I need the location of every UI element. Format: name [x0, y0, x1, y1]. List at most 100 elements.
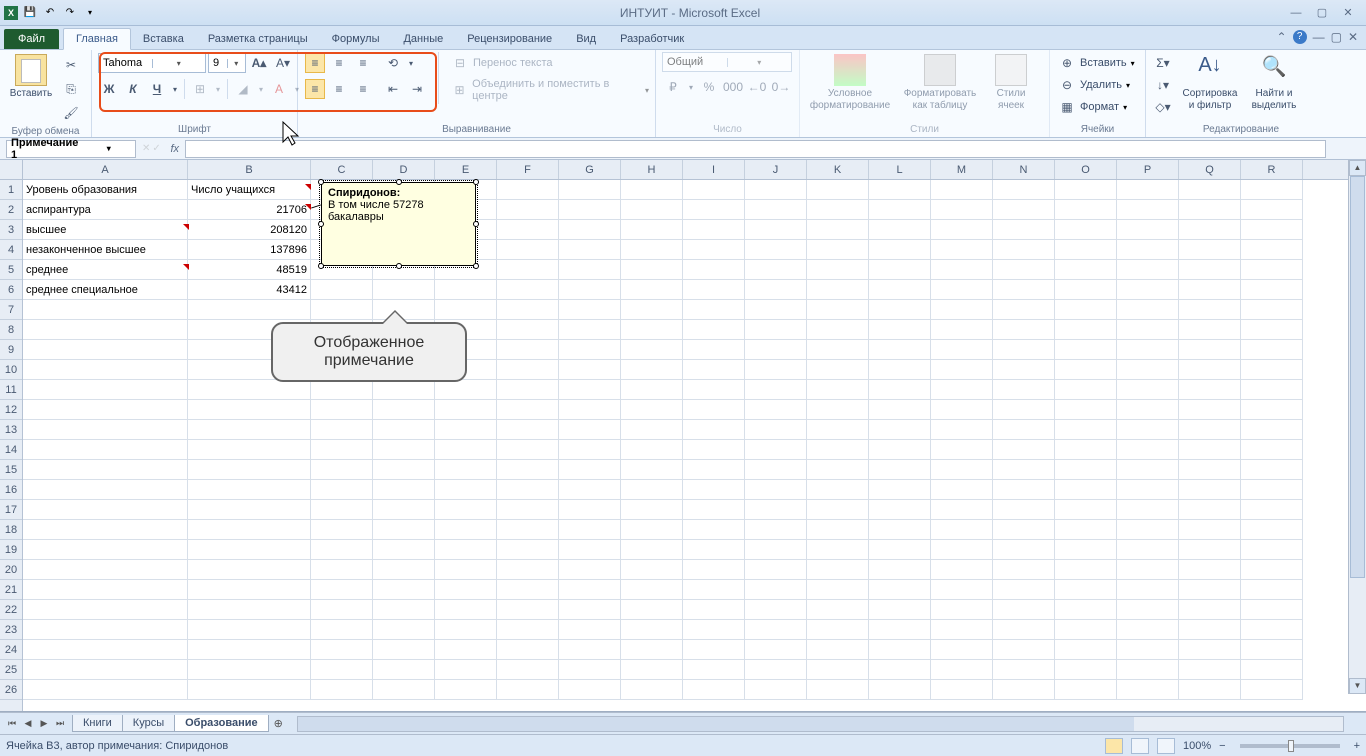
dec-decimal-button[interactable]: 0→ — [771, 77, 791, 97]
cell[interactable] — [869, 480, 931, 500]
cell[interactable] — [807, 340, 869, 360]
column-header[interactable]: E — [435, 160, 497, 179]
cell[interactable] — [373, 480, 435, 500]
cell[interactable]: 43412 — [188, 280, 311, 300]
cell[interactable] — [1179, 520, 1241, 540]
cell[interactable] — [1055, 640, 1117, 660]
cell[interactable] — [869, 380, 931, 400]
row-header[interactable]: 9 — [0, 340, 22, 360]
cell[interactable] — [807, 660, 869, 680]
cell[interactable] — [1117, 460, 1179, 480]
cell[interactable] — [435, 600, 497, 620]
indent-decrease-button[interactable]: ⇤ — [383, 79, 403, 99]
cell[interactable] — [435, 540, 497, 560]
cell[interactable] — [1241, 320, 1303, 340]
tab-data[interactable]: Данные — [391, 29, 455, 49]
cell[interactable] — [807, 540, 869, 560]
cell[interactable] — [745, 580, 807, 600]
row-header[interactable]: 3 — [0, 220, 22, 240]
cell[interactable] — [1241, 460, 1303, 480]
borders-dd[interactable]: ▾ — [214, 79, 222, 99]
cell[interactable] — [1179, 560, 1241, 580]
column-header[interactable]: L — [869, 160, 931, 179]
cell[interactable] — [931, 680, 993, 700]
cell[interactable] — [993, 480, 1055, 500]
cell[interactable] — [745, 480, 807, 500]
cell[interactable] — [1055, 480, 1117, 500]
scroll-down-button[interactable]: ▼ — [1349, 678, 1366, 694]
cell[interactable] — [188, 560, 311, 580]
cell[interactable] — [621, 240, 683, 260]
cell[interactable] — [993, 260, 1055, 280]
format-as-table-button[interactable]: Форматировать как таблицу — [898, 52, 982, 114]
wrap-text-button[interactable]: Перенос текста — [473, 57, 553, 69]
name-box[interactable]: Примечание 1▾ — [6, 140, 136, 158]
cell[interactable] — [621, 400, 683, 420]
cell[interactable] — [1241, 480, 1303, 500]
cell[interactable] — [435, 440, 497, 460]
cell[interactable] — [1117, 380, 1179, 400]
cell[interactable] — [188, 520, 311, 540]
cell[interactable] — [311, 480, 373, 500]
cell[interactable] — [1055, 660, 1117, 680]
cell[interactable] — [1179, 200, 1241, 220]
tab-review[interactable]: Рецензирование — [455, 29, 564, 49]
cell[interactable] — [993, 200, 1055, 220]
cell[interactable] — [621, 520, 683, 540]
cell[interactable] — [683, 640, 745, 660]
cell[interactable] — [559, 600, 621, 620]
cell[interactable] — [435, 580, 497, 600]
cell[interactable] — [807, 180, 869, 200]
cell[interactable] — [373, 560, 435, 580]
cell[interactable] — [1179, 180, 1241, 200]
cell[interactable] — [311, 500, 373, 520]
cell[interactable] — [1117, 280, 1179, 300]
cell[interactable] — [1117, 680, 1179, 700]
cell[interactable] — [931, 200, 993, 220]
cell[interactable] — [1117, 600, 1179, 620]
cell[interactable] — [621, 460, 683, 480]
cell[interactable] — [435, 300, 497, 320]
cell[interactable] — [373, 620, 435, 640]
cell[interactable] — [559, 560, 621, 580]
window-close-icon[interactable]: ✕ — [1348, 30, 1358, 44]
cell[interactable] — [683, 240, 745, 260]
cell[interactable] — [807, 500, 869, 520]
cell[interactable] — [373, 640, 435, 660]
insert-cells-button[interactable]: ⊕Вставить▾ — [1056, 52, 1135, 74]
cell[interactable] — [683, 300, 745, 320]
cell[interactable] — [807, 420, 869, 440]
minimize-button[interactable]: — — [1284, 5, 1308, 21]
cell[interactable] — [993, 620, 1055, 640]
cell[interactable] — [1055, 300, 1117, 320]
cell[interactable] — [931, 580, 993, 600]
cell[interactable] — [559, 320, 621, 340]
font-color-button[interactable]: A — [269, 79, 289, 99]
cell[interactable] — [497, 320, 559, 340]
cell[interactable] — [188, 400, 311, 420]
cell[interactable] — [23, 440, 188, 460]
cell[interactable] — [188, 540, 311, 560]
cell[interactable] — [1117, 200, 1179, 220]
cell[interactable] — [683, 200, 745, 220]
cell[interactable] — [559, 400, 621, 420]
cell[interactable] — [869, 520, 931, 540]
cell[interactable] — [311, 520, 373, 540]
view-normal-button[interactable] — [1105, 738, 1123, 754]
cell[interactable] — [497, 500, 559, 520]
cell[interactable] — [1055, 600, 1117, 620]
window-minimize-icon[interactable]: — — [1313, 30, 1325, 44]
font-name-combo[interactable]: Tahoma▾ — [98, 53, 206, 73]
cell[interactable] — [311, 540, 373, 560]
italic-button[interactable]: К — [123, 79, 143, 99]
cell[interactable] — [745, 320, 807, 340]
cell[interactable] — [1179, 640, 1241, 660]
sheet-nav-last[interactable]: ⏭ — [52, 718, 68, 729]
cell[interactable] — [869, 680, 931, 700]
cell[interactable] — [23, 460, 188, 480]
cell[interactable] — [745, 260, 807, 280]
cell[interactable] — [931, 600, 993, 620]
cell[interactable] — [621, 200, 683, 220]
cell[interactable] — [745, 460, 807, 480]
cell[interactable] — [683, 540, 745, 560]
